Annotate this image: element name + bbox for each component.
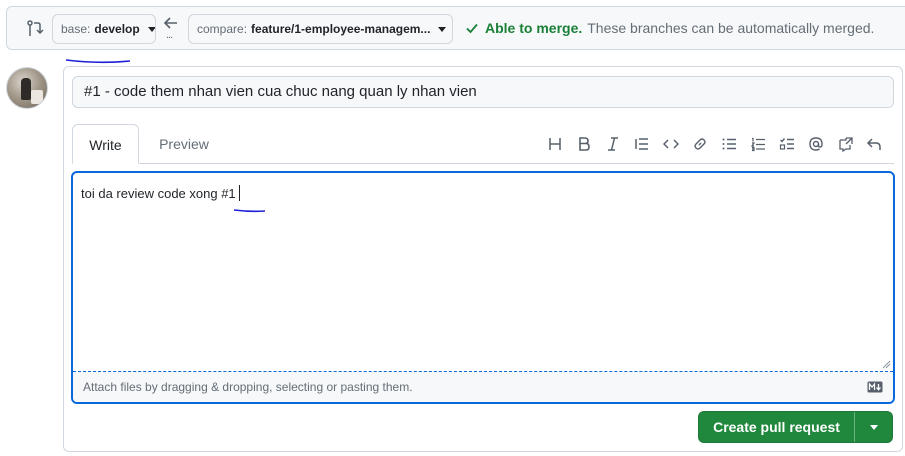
chevron-down-icon [438,26,447,32]
check-icon [466,23,478,34]
avatar-detail [31,90,43,104]
annotation-underline [65,59,131,64]
body-text-content: toi da review code xong #1 [81,186,236,201]
task-list-icon[interactable] [772,134,801,154]
create-options-dropdown[interactable] [855,412,892,442]
base-prefix: base: [61,22,91,36]
base-branch-select[interactable]: base: develop [52,14,156,44]
avatar[interactable] [6,67,48,109]
markdown-toolbar [540,134,888,154]
undo-icon[interactable] [859,134,888,154]
compare-prefix: compare: [197,22,248,36]
merge-status-label: Able to merge. [485,20,583,36]
unordered-list-icon[interactable] [714,134,743,154]
body-text[interactable]: toi da review code xong #1 [81,185,240,201]
expand-ellipsis[interactable]: ... [166,29,173,41]
markdown-icon[interactable] [867,381,883,393]
quote-icon[interactable] [627,134,656,154]
text-cursor [238,185,240,201]
ordered-list-icon[interactable] [743,134,772,154]
chevron-down-icon [147,26,155,32]
merge-status: Able to merge. These branches can be aut… [465,20,874,36]
link-icon[interactable] [685,134,714,154]
attach-files-bar[interactable]: Attach files by dragging & dropping, sel… [73,371,893,402]
merge-status-message: These branches can be automatically merg… [587,20,875,36]
mention-icon[interactable] [801,134,830,154]
compare-bar: base: develop ... compare: feature/1-emp… [6,6,905,50]
base-branch-name: develop [94,22,140,36]
heading-icon[interactable] [540,134,569,154]
arrow-left-icon [163,17,177,29]
create-pull-request-button[interactable]: Create pull request [699,412,854,442]
code-icon[interactable] [656,134,685,154]
bold-icon[interactable] [569,134,598,154]
attach-files-hint: Attach files by dragging & dropping, sel… [83,380,413,394]
tab-preview[interactable]: Preview [150,124,218,164]
avatar-figure [21,78,31,100]
chevron-down-icon [869,424,878,430]
italic-icon[interactable] [598,134,627,154]
compare-branch-name: feature/1-employee-managem... [251,22,431,36]
resize-handle[interactable] [881,359,891,369]
title-input[interactable]: #1 - code them nhan vien cua chuc nang q… [72,76,894,108]
tab-write[interactable]: Write [72,124,139,164]
body-editor[interactable]: toi da review code xong #1 Attach files … [71,171,895,404]
create-pull-request-button-group: Create pull request [698,411,893,443]
compare-arrows-icon [27,20,44,36]
compare-branch-select[interactable]: compare: feature/1-employee-managem... [188,14,453,44]
cross-reference-icon[interactable] [830,134,859,154]
